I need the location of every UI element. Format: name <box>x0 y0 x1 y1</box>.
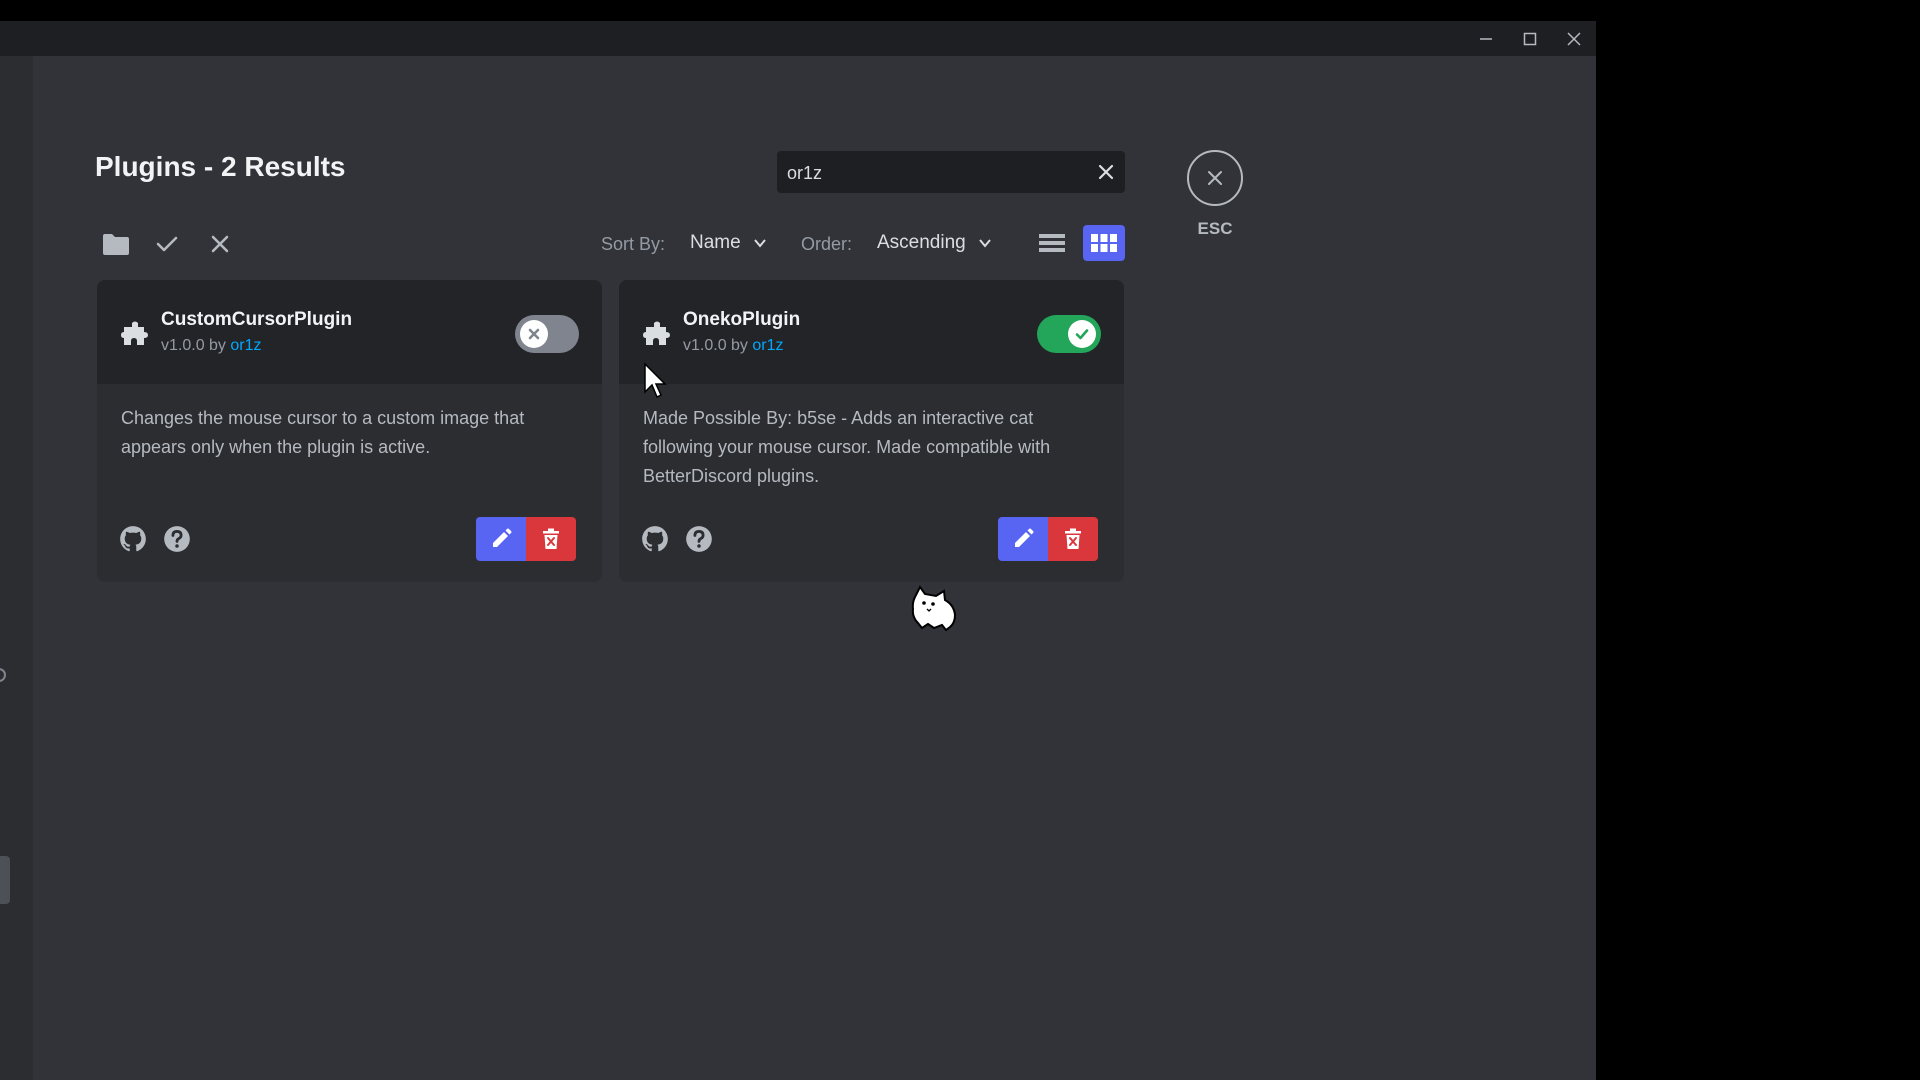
edit-button[interactable] <box>476 517 526 561</box>
search-input[interactable] <box>785 151 1079 195</box>
plugin-author-link[interactable]: or1z <box>230 337 261 354</box>
plugin-card: OnekoPlugin v1.0.0 by or1z Made Possible… <box>619 280 1124 582</box>
plugin-version-text: v1.0.0 by <box>161 337 231 354</box>
pencil-icon <box>1015 528 1034 547</box>
list-view-button[interactable] <box>1031 225 1073 261</box>
oneko-cat-icon <box>911 585 957 631</box>
toggle-on-knob <box>1068 320 1096 348</box>
plugin-card-header: CustomCursorPlugin v1.0.0 by or1z <box>97 280 602 384</box>
help-icon[interactable] <box>163 525 191 553</box>
plugin-version-text: v1.0.0 by <box>683 337 753 354</box>
plugin-card-header: OnekoPlugin v1.0.0 by or1z <box>619 280 1124 384</box>
maximize-icon[interactable] <box>1508 21 1552 56</box>
sidebar-settings-icon[interactable] <box>0 668 6 682</box>
plugin-version: v1.0.0 by or1z <box>161 337 262 355</box>
plugin-name: OnekoPlugin <box>683 309 801 330</box>
chevron-down-icon <box>753 239 766 248</box>
mouse-cursor-icon <box>644 362 667 399</box>
order-value: Ascending <box>877 232 966 253</box>
github-icon[interactable] <box>641 525 669 553</box>
delete-button[interactable] <box>526 517 576 561</box>
window-titlebar <box>0 21 1596 56</box>
order-label: Order: <box>801 234 853 254</box>
sort-label: Sort By: <box>601 234 666 254</box>
plugin-card: CustomCursorPlugin v1.0.0 by or1z Change… <box>97 280 602 582</box>
esc-label: ESC <box>1197 219 1233 238</box>
page-title: Plugins - 2 Results <box>95 151 346 182</box>
trash-icon <box>543 528 559 549</box>
plugin-version: v1.0.0 by or1z <box>683 337 784 355</box>
grid-view-button[interactable] <box>1083 225 1125 261</box>
toggle-off-knob <box>520 320 548 348</box>
help-icon[interactable] <box>685 525 713 553</box>
order-select[interactable]: Ascending <box>877 232 992 254</box>
close-icon[interactable] <box>205 229 235 259</box>
close-settings-button[interactable] <box>1187 150 1243 206</box>
close-icon <box>1208 171 1222 185</box>
puzzle-icon <box>643 321 670 345</box>
puzzle-icon <box>121 321 148 345</box>
search-box <box>777 151 1125 195</box>
sort-value: Name <box>690 232 741 253</box>
trash-icon <box>1065 528 1081 549</box>
plugin-description: Made Possible By: b5se - Adds an interac… <box>643 408 1051 486</box>
folder-icon[interactable] <box>101 229 131 259</box>
edit-button[interactable] <box>998 517 1048 561</box>
grid-view-icon <box>1091 234 1117 252</box>
github-icon[interactable] <box>119 525 147 553</box>
check-icon <box>1075 329 1089 340</box>
check-icon[interactable] <box>152 229 182 259</box>
plugin-toggle[interactable] <box>1037 315 1101 353</box>
plugin-description: Changes the mouse cursor to a custom ima… <box>121 408 525 457</box>
list-view-icon <box>1039 234 1065 252</box>
close-icon[interactable] <box>1552 21 1596 56</box>
delete-button[interactable] <box>1048 517 1098 561</box>
plugin-toggle[interactable] <box>515 315 579 353</box>
close-icon <box>528 328 540 340</box>
sidebar-edge <box>0 56 33 1080</box>
sidebar-scroll-indicator <box>0 856 10 904</box>
chevron-down-icon <box>978 239 991 248</box>
sort-select[interactable]: Name <box>690 232 767 254</box>
plugin-name: CustomCursorPlugin <box>161 309 353 330</box>
minimize-icon[interactable] <box>1464 21 1508 56</box>
search-clear-icon[interactable] <box>1095 161 1117 183</box>
plugin-author-link[interactable]: or1z <box>752 337 783 354</box>
pencil-icon <box>493 528 512 547</box>
